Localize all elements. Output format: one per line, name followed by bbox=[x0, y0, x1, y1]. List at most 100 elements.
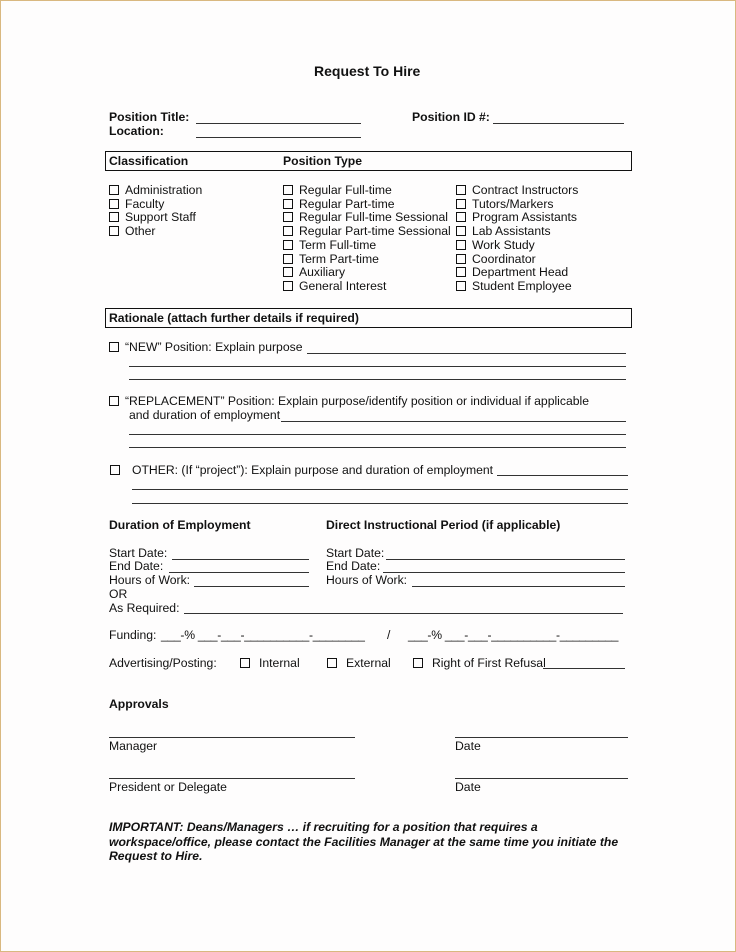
checkbox-icon[interactable] bbox=[109, 396, 119, 406]
as-required-field[interactable] bbox=[184, 613, 623, 614]
position-id-label: Position ID #: bbox=[412, 110, 490, 124]
checkbox-icon[interactable] bbox=[456, 226, 466, 237]
president-signature-field[interactable] bbox=[109, 778, 355, 779]
position-type-option[interactable]: Work Study bbox=[456, 238, 578, 253]
checkbox-icon[interactable] bbox=[109, 185, 119, 195]
position-type-option[interactable]: Auxiliary bbox=[283, 265, 451, 280]
checkbox-icon[interactable] bbox=[109, 342, 119, 352]
position-type-option[interactable]: Term Full-time bbox=[283, 238, 451, 253]
checkbox-icon[interactable] bbox=[283, 185, 293, 195]
duration-start-label: Start Date: bbox=[109, 546, 168, 560]
funding-label: Funding: bbox=[109, 628, 157, 642]
classification-option[interactable]: Support Staff bbox=[109, 211, 202, 225]
other-purpose-line-3[interactable] bbox=[132, 503, 628, 504]
position-type-list-2: Contract Instructors Tutors/Markers Prog… bbox=[456, 183, 578, 294]
checkbox-icon[interactable] bbox=[283, 239, 293, 250]
position-type-option[interactable]: Regular Full-time Sessional bbox=[283, 211, 451, 225]
classification-heading: Classification bbox=[109, 154, 189, 168]
other-purpose-line-2[interactable] bbox=[132, 489, 628, 490]
replacement-label-2: and duration of employment bbox=[129, 408, 281, 422]
new-purpose-line-2[interactable] bbox=[129, 366, 626, 367]
manager-date-label: Date bbox=[455, 739, 481, 753]
position-type-option[interactable]: Contract Instructors bbox=[456, 183, 578, 198]
checkbox-icon[interactable] bbox=[283, 267, 293, 278]
checkbox-icon[interactable] bbox=[283, 212, 293, 223]
advertising-internal-option[interactable]: Internal bbox=[240, 656, 300, 670]
president-label: President or Delegate bbox=[109, 780, 227, 794]
checkbox-icon[interactable] bbox=[109, 198, 119, 209]
position-type-option[interactable]: Regular Part-time Sessional bbox=[283, 224, 451, 239]
position-id-field[interactable] bbox=[493, 123, 624, 124]
right-of-first-refusal-field[interactable] bbox=[543, 668, 625, 669]
checkbox-icon[interactable] bbox=[327, 658, 337, 668]
checkbox-icon[interactable] bbox=[456, 280, 466, 291]
instructional-end-field[interactable] bbox=[383, 572, 625, 573]
position-type-option[interactable]: Program Assistants bbox=[456, 211, 578, 225]
checkbox-icon[interactable] bbox=[456, 239, 466, 250]
position-type-heading: Position Type bbox=[283, 154, 362, 168]
duration-start-field[interactable] bbox=[172, 559, 309, 560]
checkbox-icon[interactable] bbox=[413, 658, 423, 668]
duration-hours-field[interactable] bbox=[194, 586, 309, 587]
instructional-heading: Direct Instructional Period (if applicab… bbox=[326, 518, 561, 532]
advertising-label: Advertising/Posting: bbox=[109, 656, 217, 670]
checkbox-icon[interactable] bbox=[456, 253, 466, 264]
position-type-list-1: Regular Full-time Regular Part-time Regu… bbox=[283, 183, 451, 294]
checkbox-icon[interactable] bbox=[109, 212, 119, 223]
position-type-option[interactable]: General Interest bbox=[283, 279, 451, 294]
position-type-option[interactable]: Department Head bbox=[456, 265, 578, 280]
approvals-heading: Approvals bbox=[109, 697, 169, 711]
checkbox-icon[interactable] bbox=[109, 226, 119, 237]
new-purpose-line-3[interactable] bbox=[129, 379, 626, 380]
new-position-option[interactable]: “NEW” Position: Explain purpose bbox=[109, 340, 302, 354]
instructional-hours-field[interactable] bbox=[412, 586, 625, 587]
instructional-end-label: End Date: bbox=[326, 559, 381, 573]
position-type-option[interactable]: Regular Part-time bbox=[283, 197, 451, 212]
checkbox-icon[interactable] bbox=[240, 658, 250, 668]
other-purpose-field[interactable] bbox=[497, 475, 628, 476]
advertising-external-option[interactable]: External bbox=[327, 656, 391, 670]
position-type-option[interactable]: Coordinator bbox=[456, 252, 578, 267]
advertising-right-of-first-refusal-option[interactable]: Right of First Refusal bbox=[413, 656, 546, 670]
classification-option[interactable]: Administration bbox=[109, 183, 202, 198]
page-title: Request To Hire bbox=[314, 63, 421, 79]
president-date-field[interactable] bbox=[455, 778, 628, 779]
replacement-position-option[interactable]: “REPLACEMENT” Position: Explain purpose/… bbox=[109, 394, 589, 408]
checkbox-icon[interactable] bbox=[283, 280, 293, 291]
funding-code-left[interactable]: ___-% ___-___-__________-________ bbox=[161, 628, 365, 642]
replacement-purpose-line-3[interactable] bbox=[129, 447, 626, 448]
checkbox-icon[interactable] bbox=[283, 198, 293, 209]
president-date-label: Date bbox=[455, 780, 481, 794]
classification-option[interactable]: Faculty bbox=[109, 197, 202, 212]
duration-heading: Duration of Employment bbox=[109, 518, 251, 532]
instructional-hours-label: Hours of Work: bbox=[326, 573, 408, 587]
checkbox-icon[interactable] bbox=[456, 212, 466, 223]
funding-separator: / bbox=[387, 628, 391, 642]
classification-option[interactable]: Other bbox=[109, 224, 202, 239]
new-purpose-field[interactable] bbox=[307, 353, 626, 354]
position-type-option[interactable]: Regular Full-time bbox=[283, 183, 451, 198]
position-type-option[interactable]: Tutors/Markers bbox=[456, 197, 578, 212]
checkbox-icon[interactable] bbox=[283, 226, 293, 237]
position-type-option[interactable]: Term Part-time bbox=[283, 252, 451, 267]
other-position-option[interactable]: OTHER: (If “project”): Explain purpose a… bbox=[110, 463, 493, 477]
funding-code-right[interactable]: ___-% ___-___-__________-_________ bbox=[408, 628, 618, 642]
position-title-field[interactable] bbox=[196, 123, 361, 124]
checkbox-icon[interactable] bbox=[456, 198, 466, 209]
replacement-purpose-line-2[interactable] bbox=[129, 434, 626, 435]
instructional-start-field[interactable] bbox=[386, 559, 625, 560]
checkbox-icon[interactable] bbox=[283, 253, 293, 264]
rationale-heading: Rationale (attach further details if req… bbox=[109, 311, 359, 325]
location-field[interactable] bbox=[196, 137, 361, 138]
checkbox-icon[interactable] bbox=[456, 185, 466, 195]
checkbox-icon[interactable] bbox=[456, 267, 466, 278]
manager-label: Manager bbox=[109, 739, 158, 753]
as-required-label: As Required: bbox=[109, 601, 180, 615]
manager-date-field[interactable] bbox=[455, 737, 628, 738]
position-type-option[interactable]: Lab Assistants bbox=[456, 224, 578, 239]
replacement-purpose-field[interactable] bbox=[281, 421, 626, 422]
or-label: OR bbox=[109, 587, 128, 601]
position-type-option[interactable]: Student Employee bbox=[456, 279, 578, 294]
manager-signature-field[interactable] bbox=[109, 737, 355, 738]
checkbox-icon[interactable] bbox=[110, 465, 120, 475]
